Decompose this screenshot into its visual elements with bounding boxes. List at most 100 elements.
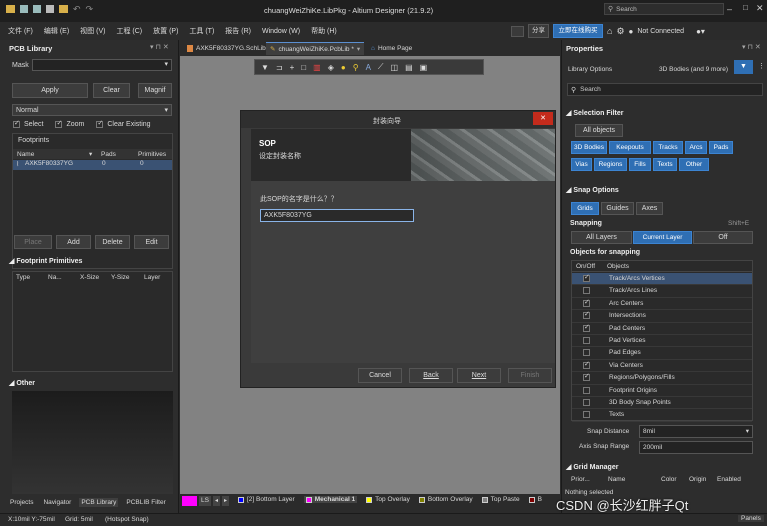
share-button[interactable]: 分享 xyxy=(528,24,549,38)
finish-button[interactable]: Finish xyxy=(508,368,552,383)
list-item[interactable]: 3D Body Snap Points xyxy=(572,397,752,410)
filter-icon[interactable]: ▼ xyxy=(261,63,269,72)
list-item[interactable]: Track/Arcs Lines xyxy=(572,285,752,298)
menu-item[interactable]: 编辑 (E) xyxy=(44,26,69,36)
select-checkbox[interactable] xyxy=(13,119,20,128)
layer-tab[interactable]: Mechanical 1 xyxy=(303,496,358,503)
column-header[interactable]: Enabled xyxy=(717,476,741,483)
global-search[interactable]: ⚲ Search xyxy=(604,3,724,15)
panels-button[interactable]: Panels xyxy=(738,515,764,522)
column-header[interactable]: Type xyxy=(16,274,30,281)
layer-tab[interactable]: Top Overlay xyxy=(366,496,410,503)
zoom-checkbox[interactable] xyxy=(55,119,63,128)
column-header[interactable]: Name xyxy=(608,476,625,483)
folder-icon[interactable] xyxy=(6,5,15,13)
filter-mode-select[interactable]: Normal ▾ xyxy=(12,104,172,116)
snap-checkbox[interactable] xyxy=(583,298,590,307)
layer-tab[interactable]: [2] Bottom Layer xyxy=(238,496,295,503)
overflow-menu-icon[interactable]: ⋮ xyxy=(758,62,765,70)
filter-button[interactable]: ▼ xyxy=(734,60,753,74)
dialog-close-button[interactable]: ✕ xyxy=(533,112,553,125)
filter-3d-bodies-button[interactable]: 3D Bodies xyxy=(571,141,607,154)
cancel-button[interactable]: Cancel xyxy=(358,368,402,383)
menu-item[interactable]: 文件 (F) xyxy=(8,26,33,36)
tab-pcblib[interactable]: ✎ chuangWeiZhiKe.PcbLib * ▾ xyxy=(266,42,365,55)
list-item[interactable]: Footprint Origins xyxy=(572,385,752,397)
delete-button[interactable]: Delete xyxy=(95,235,130,249)
filter-tracks-button[interactable]: Tracks xyxy=(653,141,683,154)
snap-checkbox[interactable] xyxy=(583,273,590,282)
menu-item[interactable]: Window (W) xyxy=(262,28,300,35)
all-layers-button[interactable]: All Layers xyxy=(571,231,632,244)
layer-prev-button[interactable]: ◂ xyxy=(212,496,220,506)
next-button[interactable]: Next xyxy=(457,368,501,383)
guides-button[interactable]: Guides xyxy=(601,202,634,215)
layer-next-button[interactable]: ▸ xyxy=(221,496,229,506)
snap-checkbox[interactable] xyxy=(583,398,590,406)
menu-item[interactable]: 报告 (R) xyxy=(225,26,251,36)
grids-button[interactable]: Grids xyxy=(571,202,599,215)
filter-texts-button[interactable]: Texts xyxy=(653,158,677,171)
list-item[interactable]: Pad Vertices xyxy=(572,335,752,348)
chat-icon[interactable] xyxy=(511,25,524,37)
redo-icon[interactable]: ↷ xyxy=(86,5,94,14)
filter-pads-button[interactable]: Pads xyxy=(709,141,733,154)
line-icon[interactable]: ⟋ xyxy=(378,62,384,72)
filter-keepouts-button[interactable]: Keepouts xyxy=(609,141,651,154)
layer-tab[interactable]: Bottom Overlay xyxy=(418,496,473,503)
panel-tab[interactable]: Navigator xyxy=(41,498,73,507)
snap-checkbox[interactable] xyxy=(583,360,590,369)
panel-controls[interactable]: ▾ ⊓ ✕ xyxy=(742,43,761,51)
list-item[interactable]: Pad Centers xyxy=(572,323,752,335)
layer-tab[interactable]: Top Paste xyxy=(481,496,520,503)
snap-checkbox[interactable] xyxy=(583,287,590,295)
pad-icon[interactable]: ● xyxy=(341,63,346,72)
snap-checkbox[interactable] xyxy=(583,336,590,344)
column-header[interactable]: Layer xyxy=(144,274,160,281)
list-item[interactable]: Via Centers xyxy=(572,360,752,373)
text-icon[interactable]: A xyxy=(366,63,371,72)
tab-schlib[interactable]: AXK5F80337YG.SchLib xyxy=(183,42,270,55)
region-icon[interactable]: ◫ xyxy=(391,63,399,72)
filter-vias-button[interactable]: Vias xyxy=(571,158,592,171)
edit-button[interactable]: Edit xyxy=(134,235,169,249)
other-section-title[interactable]: ◢ Other xyxy=(9,379,35,387)
home-icon[interactable]: ⌂ xyxy=(607,26,612,36)
filter-arcs-button[interactable]: Arcs xyxy=(685,141,707,154)
undo-icon[interactable]: ↶ xyxy=(73,5,81,14)
connection-status[interactable]: Not Connected xyxy=(637,28,684,35)
filter-other-button[interactable]: Other xyxy=(679,158,709,171)
list-item[interactable]: Regions/Polygons/Fills xyxy=(572,372,752,385)
axis-snap-input[interactable]: 200mil xyxy=(639,441,753,454)
add-button[interactable]: Add xyxy=(56,235,91,249)
magnify-button[interactable]: Magnif xyxy=(138,83,172,98)
layer-set-button[interactable]: LS xyxy=(199,496,211,506)
via-icon[interactable]: ⚲ xyxy=(353,63,359,72)
grid-manager-title[interactable]: ◢ Grid Manager xyxy=(566,463,618,471)
current-layer-button[interactable]: Current Layer xyxy=(633,231,692,244)
crosshair-icon[interactable]: + xyxy=(290,63,295,72)
minimize-button[interactable]: – xyxy=(727,4,732,14)
list-item[interactable]: Texts xyxy=(572,409,752,422)
panel-tab[interactable]: Projects xyxy=(8,498,35,507)
primitives-section-title[interactable]: ◢ Footprint Primitives xyxy=(9,257,82,265)
axes-button[interactable]: Axes xyxy=(636,202,663,215)
list-item[interactable]: Track/Arcs Vertices xyxy=(572,273,752,286)
gear-icon[interactable]: ⚙ xyxy=(616,26,624,37)
snapping-off-button[interactable]: Off xyxy=(693,231,753,244)
clear-button[interactable]: Clear xyxy=(93,83,130,98)
eraser-icon[interactable]: ◈ xyxy=(328,63,334,72)
column-header[interactable]: Color xyxy=(661,476,677,483)
panel-tab[interactable]: PCBLIB Filter xyxy=(124,498,167,507)
select-rect-icon[interactable]: □ xyxy=(301,63,306,72)
footprint-name-input[interactable]: AXK5F8037YG xyxy=(260,209,414,222)
menu-item[interactable]: 放置 (P) xyxy=(153,26,178,36)
snap-checkbox[interactable] xyxy=(583,386,590,394)
layer-tab[interactable]: B xyxy=(528,496,542,503)
column-header[interactable]: Origin xyxy=(689,476,706,483)
snap-checkbox[interactable] xyxy=(583,372,590,382)
snap-distance-select[interactable]: 8mil ▾ xyxy=(639,425,753,438)
menu-item[interactable]: 视图 (V) xyxy=(80,26,105,36)
filter-regions-button[interactable]: Regions xyxy=(594,158,627,171)
chart-icon[interactable]: ▥ xyxy=(313,63,321,72)
